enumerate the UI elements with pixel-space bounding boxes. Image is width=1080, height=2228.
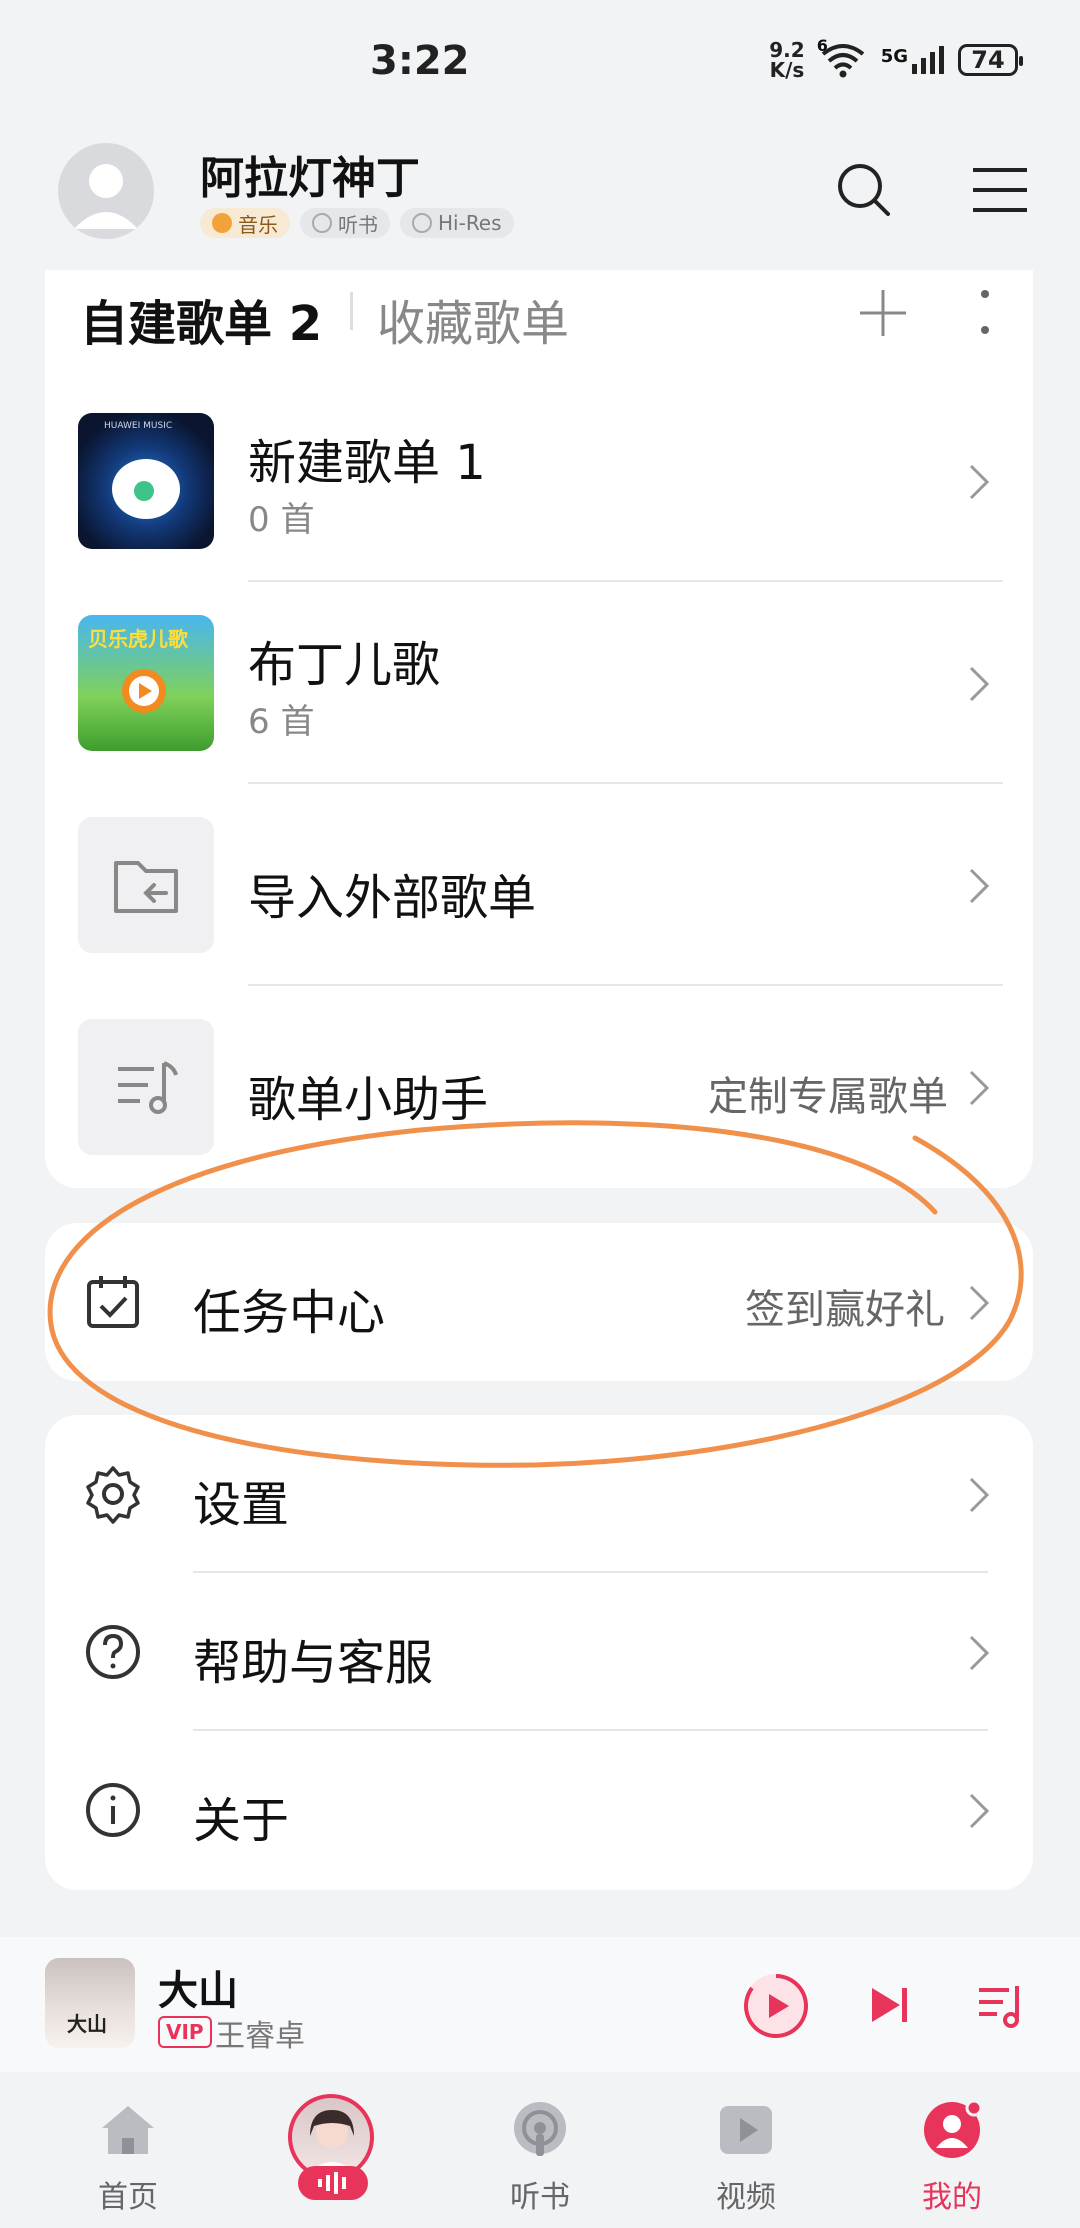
menu-item-help[interactable]: 帮助与客服 xyxy=(45,1573,1033,1731)
import-icon-box xyxy=(78,817,214,953)
status-bar: 3:22 9.2 K/s 6 5G 74 xyxy=(0,0,1080,125)
playlist-count: 0 首 xyxy=(248,500,315,540)
avatar[interactable] xyxy=(58,143,154,239)
chevron-right-icon xyxy=(969,1285,990,1321)
playlist-music-icon xyxy=(118,1061,178,1114)
menu-icon[interactable] xyxy=(970,165,1030,215)
chevron-right-icon xyxy=(969,666,990,702)
playlist-row[interactable]: 贝乐虎儿歌 布丁儿歌 6 首 xyxy=(45,582,1033,784)
music-logo-icon xyxy=(112,459,180,519)
music-vip-icon xyxy=(212,213,232,233)
hires-icon xyxy=(412,213,432,233)
menu-item-about[interactable]: 关于 xyxy=(45,1731,1033,1889)
vip-badge: VIP xyxy=(158,2016,212,2048)
playlist-count: 6 首 xyxy=(248,702,315,742)
playlist-row[interactable]: HUAWEI MUSIC 新建歌单 1 0 首 xyxy=(45,380,1033,582)
status-icons: 9.2 K/s 6 5G 74 xyxy=(769,36,1023,82)
playlist-title: 布丁儿歌 xyxy=(248,637,441,693)
now-playing-artist: 王睿卓 xyxy=(215,2019,305,2054)
battery-icon: 74 xyxy=(958,44,1023,76)
chevron-right-icon xyxy=(969,1070,990,1106)
play-button[interactable] xyxy=(740,1970,812,2042)
tab-video[interactable]: 视频 xyxy=(676,2072,816,2228)
bottom-nav: 首页 听书 视频 我的 xyxy=(0,2072,1080,2228)
more-options-icon[interactable] xyxy=(970,286,1000,342)
video-icon xyxy=(720,2106,772,2154)
search-icon[interactable] xyxy=(834,160,894,220)
add-playlist-icon[interactable] xyxy=(858,288,908,338)
default-avatar-icon xyxy=(74,164,138,229)
chevron-right-icon xyxy=(969,1477,990,1513)
now-playing-cover[interactable]: 大山 xyxy=(45,1958,135,2048)
music-badge[interactable]: 音乐 xyxy=(200,208,290,238)
tab-favorite-playlists[interactable]: 收藏歌单 xyxy=(377,284,569,354)
audio-wave-icon xyxy=(298,2166,368,2200)
playlist-title: 新建歌单 1 xyxy=(248,435,486,491)
tab-divider xyxy=(350,292,353,330)
task-center-card[interactable]: 任务中心 签到赢好礼 xyxy=(45,1223,1033,1381)
menu-label: 帮助与客服 xyxy=(193,1635,434,1691)
menu-label: 关于 xyxy=(193,1793,290,1849)
wifi-icon: 6 xyxy=(817,36,867,78)
task-center-hint: 签到赢好礼 xyxy=(745,1287,945,1333)
assistant-icon-box xyxy=(78,1019,214,1155)
tab-mine[interactable]: 我的 xyxy=(882,2072,1022,2228)
calendar-check-icon xyxy=(87,1276,139,1328)
playlist-assistant-row[interactable]: 歌单小助手 定制专属歌单 xyxy=(45,986,1033,1188)
tab-now-playing[interactable] xyxy=(264,2072,404,2228)
chevron-right-icon xyxy=(969,464,990,500)
tab-my-playlists[interactable]: 自建歌单 2 xyxy=(80,284,322,354)
settings-card: 设置 帮助与客服 关于 xyxy=(45,1415,1033,1890)
playlist-cover: 贝乐虎儿歌 xyxy=(78,615,214,751)
membership-badges: 音乐 听书 Hi-Res xyxy=(200,208,514,238)
chevron-right-icon xyxy=(969,1793,990,1829)
play-icon xyxy=(744,1974,808,2038)
tab-audiobooks[interactable]: 听书 xyxy=(470,2072,610,2228)
status-time: 3:22 xyxy=(370,38,470,84)
playlist-queue-icon xyxy=(979,1986,1019,2028)
task-center-label: 任务中心 xyxy=(193,1285,386,1341)
profile-icon xyxy=(924,2100,982,2158)
home-icon xyxy=(102,2106,154,2154)
next-track-button[interactable] xyxy=(864,1980,914,2030)
podcast-icon xyxy=(514,2102,566,2156)
menu-item-settings[interactable]: 设置 xyxy=(45,1415,1033,1573)
signal-icon: 5G xyxy=(881,46,944,74)
audiobook-badge[interactable]: 听书 xyxy=(300,208,390,238)
folder-import-icon xyxy=(114,861,178,913)
assistant-label: 歌单小助手 xyxy=(248,1072,489,1128)
assistant-hint: 定制专属歌单 xyxy=(708,1074,948,1120)
net-speed: 9.2 K/s xyxy=(769,38,805,82)
gear-icon xyxy=(86,1466,140,1524)
info-icon xyxy=(86,1783,140,1837)
play-icon xyxy=(122,669,166,713)
skip-next-icon xyxy=(872,1988,907,2022)
chevron-right-icon xyxy=(969,1635,990,1671)
help-circle-icon xyxy=(86,1625,140,1679)
play-queue-button[interactable] xyxy=(975,1978,1029,2032)
import-playlist-label: 导入外部歌单 xyxy=(248,870,537,926)
username[interactable]: 阿拉灯神丁 xyxy=(200,142,420,206)
headphones-icon xyxy=(312,213,332,233)
chevron-right-icon xyxy=(969,868,990,904)
tab-home[interactable]: 首页 xyxy=(58,2072,198,2228)
import-playlist-row[interactable]: 导入外部歌单 xyxy=(45,784,1033,986)
playlist-cover: HUAWEI MUSIC xyxy=(78,413,214,549)
menu-label: 设置 xyxy=(193,1477,290,1533)
now-playing-title: 大山 xyxy=(158,1968,238,2014)
hires-badge[interactable]: Hi-Res xyxy=(400,208,514,238)
